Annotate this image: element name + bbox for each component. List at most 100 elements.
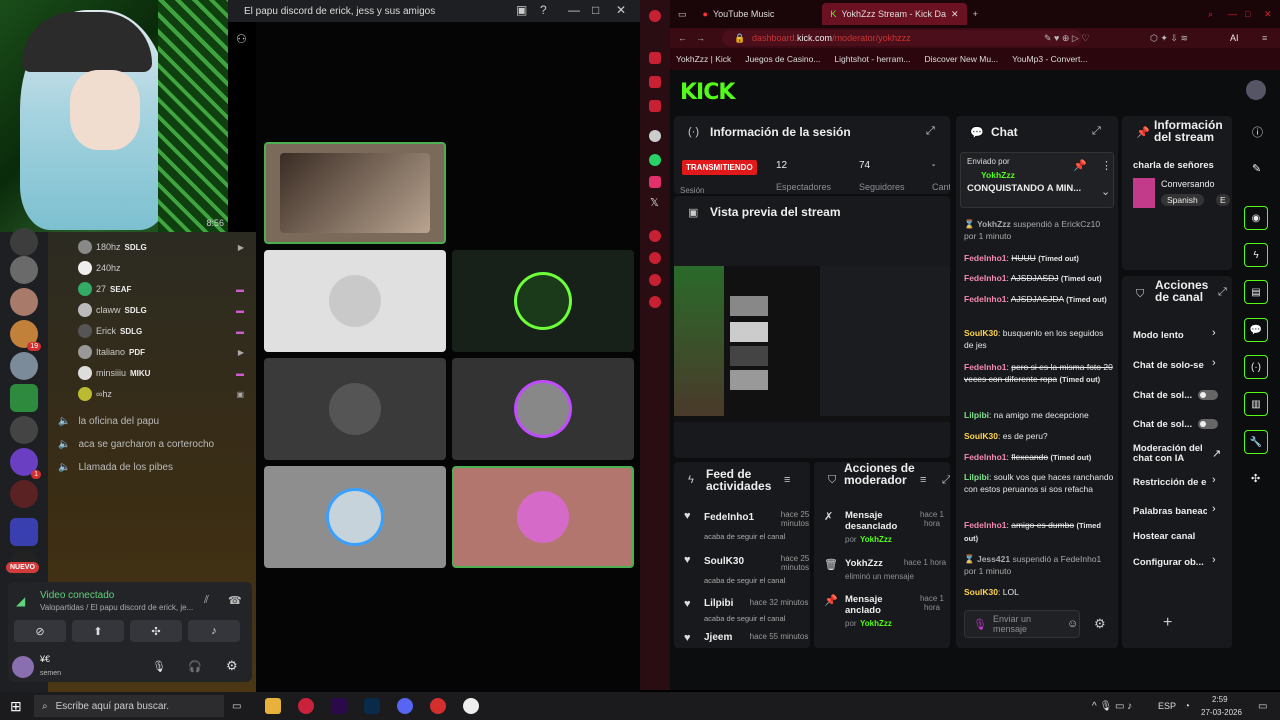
action-subscribers-only[interactable]: Chat de sol...: [1133, 390, 1192, 401]
video-tile[interactable]: [264, 466, 446, 568]
microphone-icon[interactable]: 🎙: [152, 660, 166, 673]
action-slow-mode[interactable]: Modo lento: [1133, 330, 1184, 341]
extension-icons[interactable]: ✎ ♥ ⊕ ▷ ♡: [1044, 33, 1089, 44]
headphones-icon[interactable]: 🎧: [188, 660, 202, 673]
tray-icons[interactable]: ^ 🎙 ▭ ♪: [1092, 701, 1132, 712]
settings-icon[interactable]: ⚙: [226, 658, 238, 674]
x-icon[interactable]: 𝕏: [650, 196, 659, 209]
bookmark-item[interactable]: Juegos de Casino...: [745, 54, 820, 64]
bookmark-item[interactable]: Lightshot - herram...: [834, 54, 910, 64]
server-icon[interactable]: [10, 256, 38, 284]
pin-icon[interactable]: 📌: [1073, 159, 1087, 172]
close-tab-icon[interactable]: ✕: [951, 9, 959, 20]
opera-gx-icon[interactable]: [298, 698, 314, 714]
disconnect-icon[interactable]: ☎: [228, 594, 242, 607]
language-indicator[interactable]: ESP: [1158, 701, 1176, 711]
maximize-button[interactable]: □: [592, 3, 599, 17]
sidebar-icon[interactable]: [649, 252, 661, 264]
voice-user[interactable]: claww SDLG ▬: [78, 301, 248, 319]
info-icon[interactable]: ⓘ: [1252, 124, 1263, 140]
action-restriction[interactable]: Restricción de e: [1133, 477, 1207, 488]
folder-icon[interactable]: [10, 518, 38, 546]
server-icon[interactable]: [10, 288, 38, 316]
notifications-icon[interactable]: ▭: [1258, 701, 1267, 712]
bookmark-item[interactable]: YokhZzz | Kick: [676, 54, 731, 64]
sidebar-icon[interactable]: [649, 76, 661, 88]
popout-icon[interactable]: ▣: [516, 3, 527, 17]
close-button[interactable]: ✕: [616, 3, 626, 17]
chevron-down-icon[interactable]: ⌄: [1101, 185, 1110, 198]
video-tile[interactable]: [452, 358, 634, 460]
whatsapp-icon[interactable]: [649, 154, 661, 166]
app-icon[interactable]: [430, 698, 446, 714]
task-view-icon[interactable]: ▭: [232, 701, 241, 712]
minimize-button[interactable]: —: [1228, 9, 1237, 19]
ai-button[interactable]: AI: [1230, 33, 1239, 43]
photoshop-icon[interactable]: [364, 698, 380, 714]
action-host-channel[interactable]: Hostear canal: [1133, 531, 1195, 542]
sidebar-icon[interactable]: [649, 100, 661, 112]
opera-icon[interactable]: [649, 10, 661, 22]
video-tile[interactable]: [264, 250, 446, 352]
server-icon[interactable]: 19: [10, 320, 41, 351]
voice-user[interactable]: minsiiiu MIKU ▬: [78, 364, 248, 382]
emoji-icon[interactable]: ☺: [1067, 618, 1078, 630]
discord-icon[interactable]: [397, 698, 413, 714]
chat-input[interactable]: 🎙 Enviar un mensaje ☺: [964, 610, 1080, 638]
search-tabs-icon[interactable]: ⌕: [1208, 9, 1213, 20]
network-icon[interactable]: ◔: [1184, 701, 1190, 712]
kick-logo[interactable]: KICK: [680, 80, 735, 105]
rail-button[interactable]: ▤: [1244, 280, 1268, 304]
clock-time[interactable]: 2:59: [1212, 695, 1228, 704]
bookmark-item[interactable]: Discover New Mu...: [924, 54, 998, 64]
action-banned-words[interactable]: Palabras baneac: [1133, 506, 1207, 517]
video-tile[interactable]: [264, 358, 446, 460]
popout-icon[interactable]: ⤢: [926, 125, 935, 138]
action-ai-moderation[interactable]: Moderación del chat con IA: [1133, 444, 1209, 464]
voice-user[interactable]: 27 SEAF ▬: [78, 280, 248, 298]
avatar[interactable]: [12, 656, 34, 678]
toggle-switch[interactable]: [1198, 390, 1218, 400]
voice-channel[interactable]: 🔈 aca se garcharon a corterocho: [58, 439, 248, 450]
rail-button[interactable]: 🔧: [1244, 430, 1268, 454]
action-followers-only[interactable]: Chat de solo-se: [1133, 360, 1207, 371]
help-icon[interactable]: ?: [540, 3, 547, 17]
taskbar-search[interactable]: ⌕ Escribe aquí para buscar.: [34, 695, 224, 717]
forward-icon[interactable]: →: [696, 33, 705, 43]
address-bar[interactable]: 🔒 dashboard. kick.com/moderator/yokhzzz: [722, 30, 1082, 46]
server-icon[interactable]: [10, 416, 38, 444]
edit-icon[interactable]: ✎: [1252, 162, 1261, 175]
voice-user[interactable]: Erick SDLG ▬: [78, 322, 248, 340]
pinned-message[interactable]: Enviado por YokhZzz CONQUISTANDO A MIN..…: [960, 152, 1114, 208]
video-tile[interactable]: [452, 250, 634, 352]
popout-icon[interactable]: ⤢: [1092, 125, 1101, 138]
server-icon[interactable]: [10, 228, 38, 256]
screen-share-button[interactable]: ⬆: [72, 620, 124, 642]
server-icon[interactable]: [10, 352, 38, 380]
music-icon[interactable]: [649, 230, 661, 242]
new-tab-icon[interactable]: +: [973, 9, 978, 19]
tab-kick-dashboard[interactable]: K YokhZzz Stream - Kick Da ✕: [822, 3, 967, 25]
noise-suppression-icon[interactable]: ⫽: [204, 594, 209, 607]
rail-button[interactable]: (·): [1244, 355, 1268, 379]
members-icon[interactable]: ⚇: [236, 32, 247, 46]
more-icon[interactable]: ⋮: [1101, 159, 1112, 172]
activities-button[interactable]: ✣: [130, 620, 182, 642]
popout-icon[interactable]: ⤢: [1218, 286, 1227, 299]
file-explorer-icon[interactable]: [265, 698, 281, 714]
tab-list-icon[interactable]: ▭: [678, 9, 687, 20]
voice-user[interactable]: 180hz SDLG ▶: [78, 238, 248, 256]
sidebar-icon[interactable]: [649, 52, 661, 64]
voice-user[interactable]: ∞hz ▣: [78, 385, 248, 403]
clock-date[interactable]: 27-03-2026: [1201, 708, 1242, 717]
close-button[interactable]: ✕: [1264, 9, 1272, 20]
instagram-icon[interactable]: [649, 176, 661, 188]
menu-icon[interactable]: ≡: [1262, 33, 1267, 43]
action-emote-only[interactable]: Chat de sol...: [1133, 419, 1192, 430]
server-icon[interactable]: [10, 480, 38, 508]
minimize-button[interactable]: —: [568, 3, 580, 17]
windows-start-icon[interactable]: ⊞: [10, 698, 22, 715]
video-tile[interactable]: [264, 142, 446, 244]
chatgpt-icon[interactable]: [649, 130, 661, 142]
server-icon[interactable]: 1: [10, 448, 41, 479]
